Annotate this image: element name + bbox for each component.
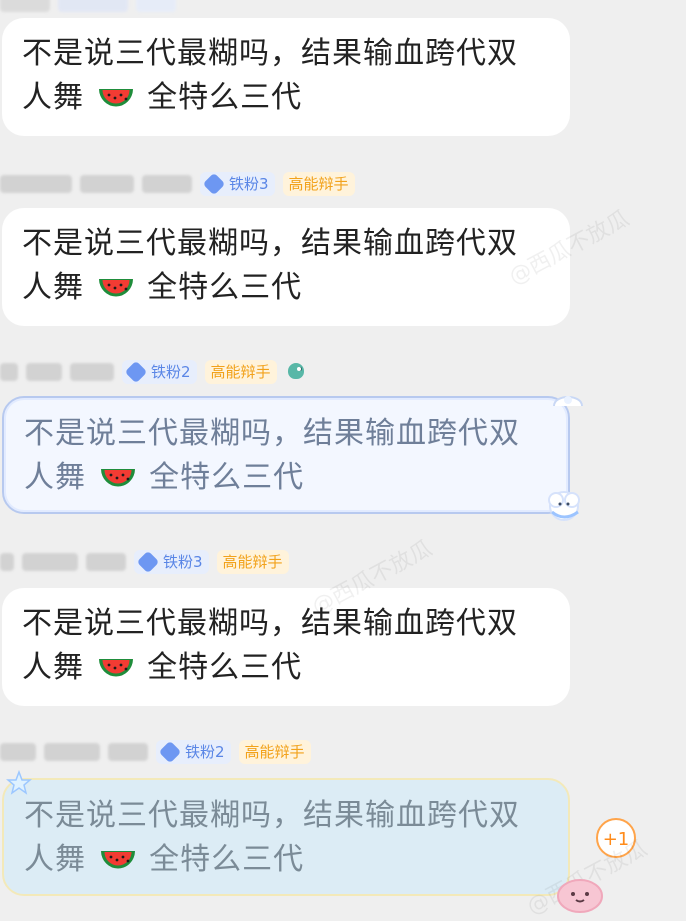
message-line1: 不是说三代最糊吗，结果输血跨代双 (22, 226, 518, 261)
diamond-icon (202, 172, 226, 196)
role-badge: 高能辩手 (282, 172, 355, 196)
message-line2-before: 人舞 (22, 80, 84, 115)
message-line2: 人舞 全特么三代 (24, 838, 550, 886)
message-line2-before: 人舞 (22, 650, 84, 685)
bird-icon (285, 361, 307, 383)
message-meta: 铁粉2 高能辩手 (0, 360, 307, 384)
message-meta: 铁粉3 高能辩手 (0, 172, 355, 196)
message-line2-after: 全特么三代 (147, 270, 303, 305)
watermelon-icon (97, 650, 135, 694)
role-badge: 高能辩手 (204, 360, 277, 384)
role-badge: 高能辩手 (238, 740, 311, 764)
message-line2: 人舞 全特么三代 (22, 76, 552, 124)
message-line1: 不是说三代最糊吗，结果输血跨代双 (22, 36, 518, 71)
fan-badge: 铁粉3 (134, 550, 209, 574)
message-line2: 人舞 全特么三代 (22, 646, 552, 694)
message-bubble[interactable]: 不是说三代最糊吗，结果输血跨代双 人舞 全特么三代 (2, 18, 570, 136)
message-line1: 不是说三代最糊吗，结果输血跨代双 (24, 416, 520, 451)
fan-badge: 铁粉2 (122, 360, 197, 384)
diamond-icon (124, 360, 148, 384)
watermelon-icon (97, 270, 135, 314)
message-line2-before: 人舞 (24, 842, 86, 877)
message-line2-after: 全特么三代 (149, 460, 305, 495)
message-line2-after: 全特么三代 (147, 80, 303, 115)
message-line2-after: 全特么三代 (147, 650, 303, 685)
message-bubble[interactable]: 不是说三代最糊吗，结果输血跨代双 人舞 全特么三代 (2, 588, 570, 706)
chat-feed: 不是说三代最糊吗，结果输血跨代双 人舞 全特么三代 铁粉3 高能辩手 不是说三代… (0, 0, 686, 920)
role-badge: 高能辩手 (216, 550, 289, 574)
top-partial-username (0, 0, 176, 12)
message-line2-before: 人舞 (24, 460, 86, 495)
watermelon-icon (99, 842, 137, 886)
fan-badge: 铁粉3 (200, 172, 275, 196)
watermelon-icon (99, 460, 137, 504)
message-bubble[interactable]: 不是说三代最糊吗，结果输血跨代双 人舞 全特么三代 (2, 396, 570, 514)
diamond-icon (136, 550, 160, 574)
watermelon-icon (97, 80, 135, 124)
message-line2-after: 全特么三代 (149, 842, 305, 877)
message-line1: 不是说三代最糊吗，结果输血跨代双 (22, 606, 518, 641)
message-line2-before: 人舞 (22, 270, 84, 305)
message-bubble[interactable]: 不是说三代最糊吗，结果输血跨代双 人舞 全特么三代 (2, 778, 570, 896)
message-meta: 铁粉3 高能辩手 (0, 550, 289, 574)
message-line2: 人舞 全特么三代 (22, 266, 552, 314)
message-meta: 铁粉2 高能辩手 (0, 740, 311, 764)
message-line2: 人舞 全特么三代 (24, 456, 550, 504)
message-line1: 不是说三代最糊吗，结果输血跨代双 (24, 798, 520, 833)
fan-badge: 铁粉2 (156, 740, 231, 764)
message-bubble[interactable]: 不是说三代最糊吗，结果输血跨代双 人舞 全特么三代 (2, 208, 570, 326)
diamond-icon (158, 740, 182, 764)
